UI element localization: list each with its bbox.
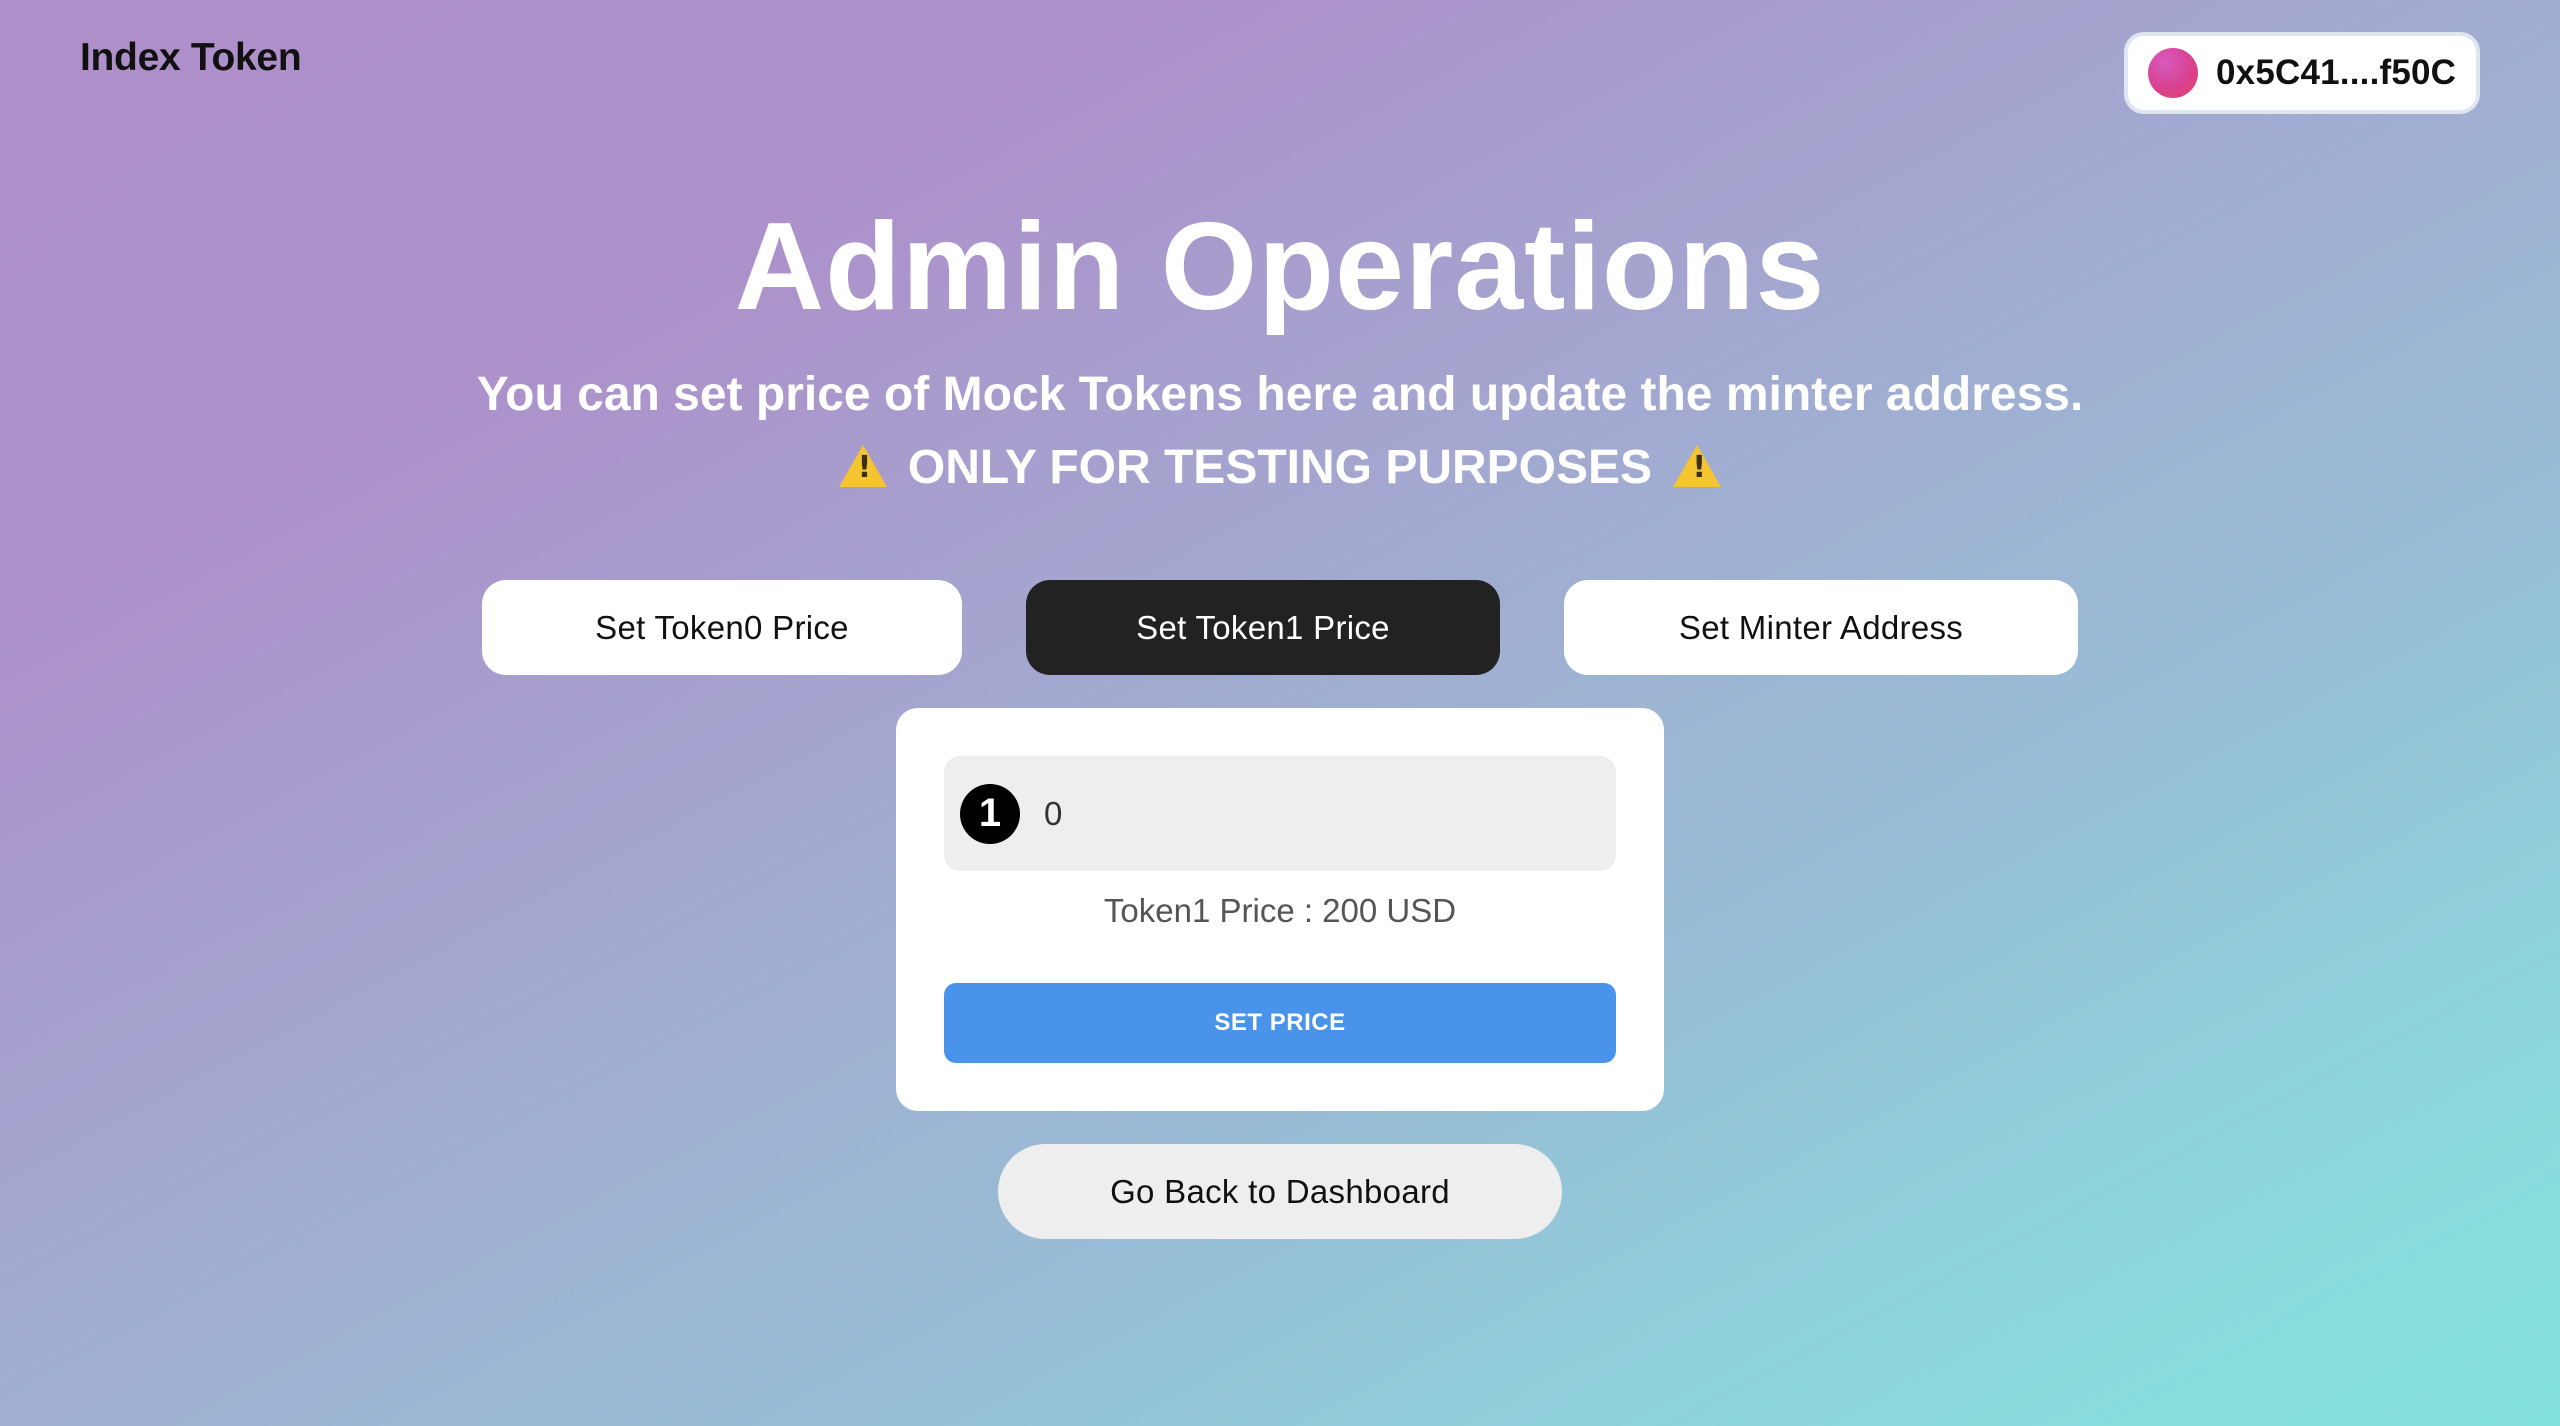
tab-set-minter-address[interactable]: Set Minter Address [1564,580,2078,675]
back-to-dashboard-button[interactable]: Go Back to Dashboard [998,1144,1562,1239]
testing-warning-text: ONLY FOR TESTING PURPOSES [907,441,1653,494]
set-price-button[interactable]: SET PRICE [944,983,1616,1063]
token-1-icon: 1 [960,783,1020,844]
warning-icon [1673,445,1722,487]
page-title: Admin Operations [734,198,1826,336]
tab-set-token0-price[interactable]: Set Token0 Price [482,580,962,675]
warning-icon [838,445,887,487]
wallet-address: 0x5C41....f50C [2216,53,2457,92]
wallet-avatar-icon [2148,48,2198,98]
testing-warning: ONLY FOR TESTING PURPOSES [0,444,2560,492]
page-subtitle: You can set price of Mock Tokens here an… [476,368,2084,421]
price-input-container[interactable]: 1 [944,756,1616,871]
brand-logo-text[interactable]: Index Token [80,36,302,80]
wallet-button[interactable]: 0x5C41....f50C [2124,32,2480,114]
price-input[interactable] [1042,793,1606,834]
set-price-card: 1 Token1 Price : 200 USD SET PRICE [896,708,1664,1111]
current-price-label: Token1 Price : 200 USD [1103,892,1457,929]
tab-set-token1-price[interactable]: Set Token1 Price [1026,580,1500,675]
